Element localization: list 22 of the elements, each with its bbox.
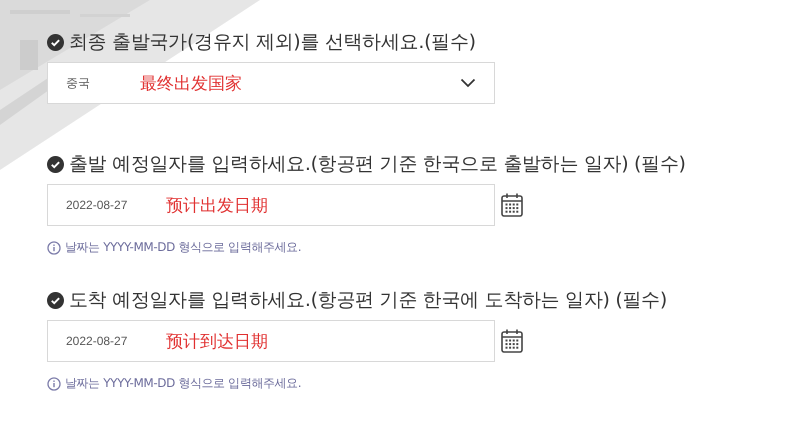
date-value: 2022-08-27 <box>66 198 128 212</box>
hint-text: 날짜는 YYYY-MM-DD 형식으로 입력해주세요. <box>65 239 302 256</box>
selected-value: 중국 <box>66 74 91 92</box>
chevron-down-icon <box>460 78 476 88</box>
annotation-text: 预计到达日期 <box>166 330 269 352</box>
check-icon <box>47 34 64 50</box>
check-icon <box>47 292 64 308</box>
annotation-text: 最终出发国家 <box>140 72 243 94</box>
annotation-text: 预计出发日期 <box>166 194 269 216</box>
hint-text: 날짜는 YYYY-MM-DD 형식으로 입력해주세요. <box>65 375 302 392</box>
field-label: 출발 예정일자를 입력하세요.(항공편 기준 한국으로 출발하는 일자) (필수) <box>69 152 686 177</box>
check-icon <box>47 156 64 172</box>
info-icon <box>47 376 61 390</box>
field-label: 도착 예정일자를 입력하세요.(항공편 기준 한국에 도착하는 일자) (필수) <box>69 288 667 313</box>
calendar-icon[interactable] <box>501 329 523 353</box>
date-field[interactable]: 2022-08-27 预计到达日期 <box>47 320 495 362</box>
country-select[interactable]: 중국 最终出发国家 <box>47 62 495 104</box>
date-value: 2022-08-27 <box>66 334 128 348</box>
date-field[interactable]: 2022-08-27 预计出发日期 <box>47 184 495 226</box>
calendar-icon[interactable] <box>501 193 523 217</box>
info-icon <box>47 240 61 254</box>
field-label: 최종 출발국가(경유지 제외)를 선택하세요.(필수) <box>69 30 476 55</box>
